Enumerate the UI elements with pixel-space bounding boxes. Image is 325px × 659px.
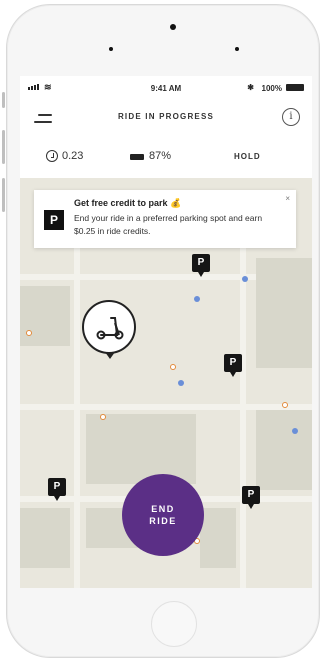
map-building [200,508,236,568]
parking-marker[interactable]: P [224,354,242,377]
navigation-bar: RIDE IN PROGRESS i [20,98,312,138]
close-icon[interactable]: × [285,194,290,203]
map-building [256,258,312,368]
transit-icon [292,428,298,434]
status-bar: ≋ 9:41 AM ✱ 100% [20,76,312,98]
parking-icon: P [44,210,64,230]
end-ride-line2: RIDE [149,516,177,526]
parking-marker[interactable]: P [242,486,260,509]
hold-button[interactable]: HOLD [234,152,261,161]
map-poi-marker [170,364,176,370]
page-title: RIDE IN PROGRESS [117,112,215,121]
end-ride-line1: END [151,504,175,514]
home-button[interactable] [151,601,197,647]
map-poi-marker [26,330,32,336]
money-bag-icon: 💰 [170,198,182,208]
bluetooth-icon: ✱ [247,83,254,92]
battery-icon [130,154,144,160]
end-ride-button[interactable]: END RIDE [122,474,204,556]
parking-marker[interactable]: P [48,478,66,501]
volume-up-button [2,130,5,164]
banner-title: Get free credit to park 💰 [74,198,182,208]
timer-icon [46,150,58,162]
ride-stats: 0.23 87% HOLD [20,138,312,178]
map-building [86,414,196,484]
transit-icon [242,276,248,282]
side-button [2,92,5,108]
front-camera [170,24,176,30]
transit-icon [194,296,200,302]
map-building [256,410,312,490]
map-road [74,248,80,588]
transit-icon [178,380,184,386]
info-icon[interactable]: i [282,108,300,126]
map-poi-marker [100,414,106,420]
ride-distance: 0.23 [62,150,84,162]
parking-credit-banner[interactable]: P Get free credit to park 💰 End your rid… [34,190,296,248]
speaker [109,47,239,51]
volume-down-button [2,178,5,212]
map-building [20,508,70,568]
map-view[interactable]: P Get free credit to park 💰 End your rid… [20,178,312,588]
map-road [240,248,246,588]
scooter-location-marker[interactable] [82,300,136,359]
status-battery-percent: 100% [261,84,282,93]
map-building [20,286,70,346]
map-poi-marker [282,402,288,408]
scooter-battery: 87% [149,150,172,162]
parking-marker[interactable]: P [192,254,210,277]
scooter-icon [96,317,124,340]
status-battery-icon [286,84,304,91]
app-screen: ≋ 9:41 AM ✱ 100% RIDE IN PROGRESS i 0.23… [20,76,312,588]
banner-body: End your ride in a preferred parking spo… [74,213,263,236]
